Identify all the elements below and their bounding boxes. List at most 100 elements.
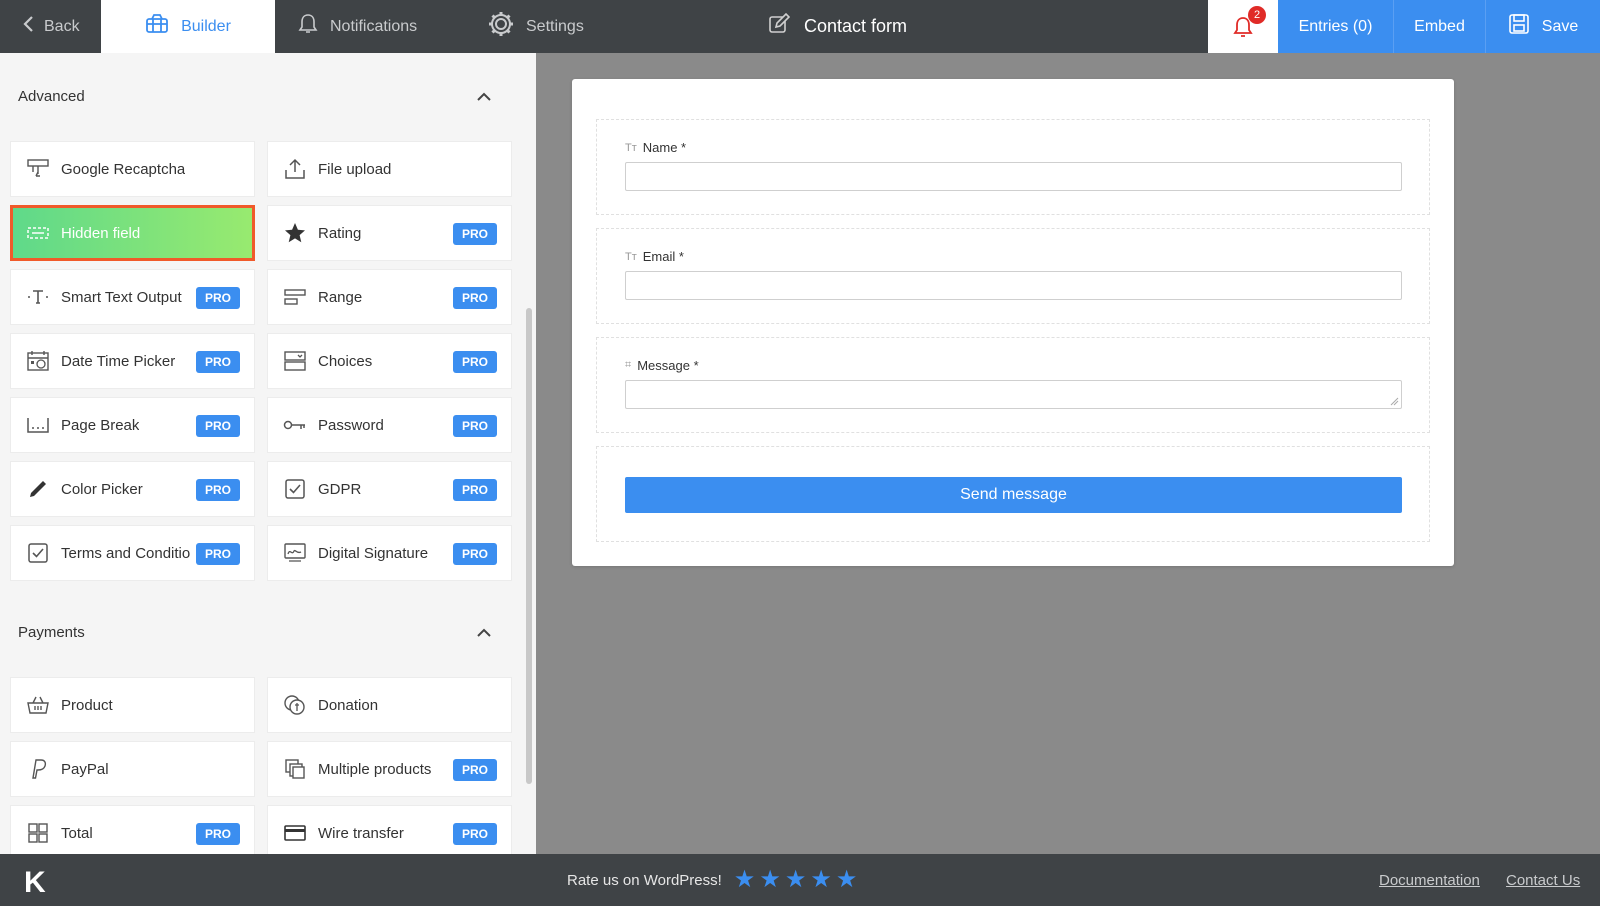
field-label: Password [318, 416, 384, 434]
entries-button[interactable]: Entries (0) [1278, 0, 1394, 53]
field-label: Product [61, 696, 113, 714]
back-button[interactable]: Back [0, 0, 101, 53]
choices-icon [282, 348, 308, 374]
field-smart-text-output[interactable]: Smart Text Output PRO [10, 269, 255, 325]
field-donation[interactable]: Donation [267, 677, 512, 733]
field-label: Terms and Conditio [61, 544, 191, 562]
message-textarea[interactable] [625, 380, 1402, 409]
field-file-upload[interactable]: File upload [267, 141, 512, 197]
field-google-recaptcha[interactable]: Google Recaptcha [10, 141, 255, 197]
form-title[interactable]: Contact form [768, 0, 907, 53]
star-icon[interactable]: ★ [734, 868, 756, 892]
builder-icon [145, 14, 169, 39]
total-icon [25, 820, 51, 846]
field-total[interactable]: Total PRO [10, 805, 255, 854]
field-label: Smart Text Output [61, 288, 182, 306]
field-wire-transfer[interactable]: Wire transfer PRO [267, 805, 512, 854]
form-field-email[interactable]: Tт Email * [596, 228, 1430, 324]
field-label: GDPR [318, 480, 362, 498]
alerts-bell: 2 [1232, 5, 1266, 39]
text-type-icon: Tт [625, 141, 637, 154]
field-label: Color Picker [61, 480, 143, 498]
field-label: Hidden field [61, 224, 141, 242]
field-password[interactable]: Password PRO [267, 397, 512, 453]
pro-badge: PRO [196, 479, 240, 501]
field-message-label-row: ⌗ Message * [625, 358, 699, 373]
field-label: Page Break [61, 416, 140, 434]
field-label: PayPal [61, 760, 109, 778]
field-label: Donation [318, 696, 379, 714]
field-range[interactable]: Range PRO [267, 269, 512, 325]
section-payments-title: Payments [18, 623, 85, 641]
alerts-button[interactable]: 2 [1208, 0, 1278, 53]
recaptcha-icon [25, 156, 51, 182]
tab-notifications[interactable]: Notifications [298, 0, 417, 53]
field-rating[interactable]: Rating PRO [267, 205, 512, 261]
chevron-up-icon[interactable] [477, 88, 491, 105]
star-icon[interactable]: ★ [759, 868, 781, 892]
paypal-icon [25, 756, 51, 782]
chevron-left-icon [22, 15, 34, 38]
send-message-button[interactable]: Send message [625, 477, 1402, 513]
star-icon[interactable]: ★ [836, 868, 858, 892]
checkbox-icon [25, 540, 51, 566]
contact-us-link[interactable]: Contact Us [1506, 854, 1580, 906]
field-terms-and-conditions[interactable]: Terms and Conditio PRO [10, 525, 255, 581]
form-field-name[interactable]: Tт Name * [596, 119, 1430, 215]
field-gdpr[interactable]: GDPR PRO [267, 461, 512, 517]
tab-settings[interactable]: Settings [488, 0, 584, 53]
signature-icon [282, 540, 308, 566]
section-payments-header[interactable]: Payments [0, 589, 523, 675]
calendar-icon [25, 348, 51, 374]
documentation-link[interactable]: Documentation [1379, 854, 1480, 906]
field-paypal[interactable]: PayPal [10, 741, 255, 797]
sidebar-scroll-thumb[interactable] [526, 308, 532, 784]
field-label: Multiple products [318, 760, 432, 778]
top-bar: Back Builder Notifications Settings Cont… [0, 0, 1600, 53]
form-preview: Tт Name * Tт Email * ⌗ Message * Send me… [572, 79, 1454, 566]
field-label: Rating [318, 224, 362, 242]
star-icon[interactable]: ★ [810, 868, 832, 892]
rating-stars[interactable]: ★ ★ ★ ★ ★ [734, 868, 858, 892]
back-label: Back [44, 17, 80, 35]
range-icon [282, 284, 308, 310]
footer-bar: K Rate us on WordPress! ★ ★ ★ ★ ★ Docume… [0, 854, 1600, 906]
field-label: Total [61, 824, 93, 842]
save-button[interactable]: Save [1486, 0, 1600, 53]
embed-label: Embed [1414, 17, 1465, 35]
save-icon [1508, 13, 1530, 40]
section-advanced-header[interactable]: Advanced [0, 53, 523, 139]
star-icon[interactable]: ★ [785, 868, 807, 892]
form-field-message[interactable]: ⌗ Message * [596, 337, 1430, 433]
field-label: Date Time Picker [61, 352, 176, 370]
tab-builder[interactable]: Builder [101, 0, 275, 53]
pen-icon [25, 476, 51, 502]
field-multiple-products[interactable]: Multiple products PRO [267, 741, 512, 797]
brand-logo[interactable]: K [24, 866, 46, 900]
field-product[interactable]: Product [10, 677, 255, 733]
multi-products-icon [282, 756, 308, 782]
chevron-up-icon[interactable] [477, 624, 491, 641]
tab-builder-label: Builder [181, 17, 231, 35]
field-color-picker[interactable]: Color Picker PRO [10, 461, 255, 517]
field-date-time-picker[interactable]: Date Time Picker PRO [10, 333, 255, 389]
field-name-label: Name * [642, 140, 687, 155]
email-input[interactable] [625, 271, 1402, 300]
form-title-text: Contact form [804, 16, 908, 36]
field-choices[interactable]: Choices PRO [267, 333, 512, 389]
save-label: Save [1541, 17, 1579, 35]
rate-us-text: Rate us on WordPress! [567, 871, 722, 889]
entries-label: Entries (0) [1298, 17, 1373, 35]
rate-us[interactable]: Rate us on WordPress! ★ ★ ★ ★ ★ [567, 854, 857, 906]
field-label: Digital Signature [318, 544, 429, 562]
pro-badge: PRO [196, 287, 240, 309]
embed-button[interactable]: Embed [1394, 0, 1486, 53]
field-hidden-field[interactable]: Hidden field [10, 205, 255, 261]
name-input[interactable] [625, 162, 1402, 191]
field-label: Range [318, 288, 363, 306]
resize-handle-icon[interactable] [1389, 396, 1399, 406]
page-break-icon [25, 412, 51, 438]
field-digital-signature[interactable]: Digital Signature PRO [267, 525, 512, 581]
field-page-break[interactable]: Page Break PRO [10, 397, 255, 453]
pro-badge: PRO [453, 287, 497, 309]
